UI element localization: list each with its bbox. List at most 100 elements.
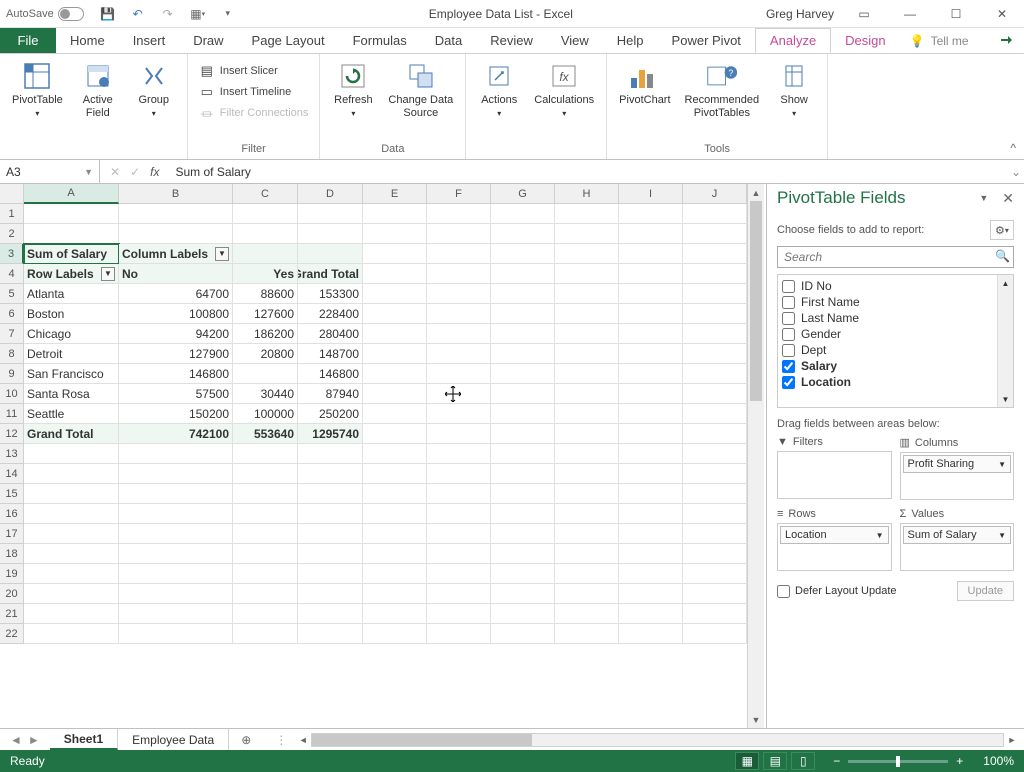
redo-icon[interactable]: ↷ (160, 6, 176, 22)
cell[interactable]: 127600 (233, 304, 298, 324)
refresh-button[interactable]: Refresh▾ (328, 58, 378, 121)
scroll-up-icon[interactable]: ▲ (748, 184, 764, 201)
zoom-slider[interactable] (848, 760, 948, 763)
pane-menu-icon[interactable]: ▼ (979, 193, 988, 203)
sheet-tab-employee-data[interactable]: Employee Data (118, 729, 229, 750)
cell[interactable] (491, 564, 555, 584)
cell[interactable] (363, 204, 427, 224)
tell-me[interactable]: 💡 Tell me (910, 28, 969, 53)
cell[interactable] (683, 324, 747, 344)
cell[interactable] (555, 424, 619, 444)
field-location[interactable]: Location (782, 374, 993, 390)
cell[interactable] (363, 584, 427, 604)
cell[interactable] (298, 464, 363, 484)
search-input[interactable] (777, 246, 1014, 268)
col-header[interactable]: C (233, 184, 298, 204)
touch-mode-icon[interactable]: ▦▾ (190, 6, 206, 22)
vertical-scrollbar[interactable]: ▲ ▼ (747, 184, 764, 728)
cell[interactable] (491, 224, 555, 244)
close-icon[interactable]: ✕ (986, 3, 1018, 25)
cell[interactable] (491, 524, 555, 544)
cell[interactable] (683, 344, 747, 364)
horizontal-scrollbar[interactable] (311, 733, 1004, 747)
sheet-tab-sheet1[interactable]: Sheet1 (50, 729, 118, 750)
cell[interactable]: 280400 (298, 324, 363, 344)
cell[interactable] (491, 364, 555, 384)
tab-file[interactable]: File (0, 28, 56, 53)
gear-icon[interactable]: ⚙▾ (990, 220, 1014, 240)
cell[interactable] (619, 224, 683, 244)
cell[interactable] (619, 624, 683, 644)
field-dept[interactable]: Dept (782, 342, 993, 358)
cell[interactable] (233, 604, 298, 624)
cell[interactable]: Column Labels▼ (119, 244, 233, 264)
add-sheet-icon[interactable]: ⊕ (229, 729, 263, 750)
cell[interactable] (683, 544, 747, 564)
cell[interactable]: 146800 (119, 364, 233, 384)
row-header[interactable]: 14 (0, 464, 24, 484)
cell[interactable] (683, 524, 747, 544)
cell[interactable] (24, 224, 119, 244)
tab-design[interactable]: Design (831, 28, 899, 53)
username[interactable]: Greg Harvey (766, 7, 834, 21)
undo-icon[interactable]: ↶ (130, 6, 146, 22)
filters-area[interactable] (777, 451, 892, 499)
cell[interactable] (233, 564, 298, 584)
cell[interactable] (555, 444, 619, 464)
cell[interactable] (491, 244, 555, 264)
row-header[interactable]: 15 (0, 484, 24, 504)
cell[interactable] (555, 464, 619, 484)
cell[interactable] (363, 484, 427, 504)
col-header[interactable]: H (555, 184, 619, 204)
cell[interactable] (427, 484, 491, 504)
cell[interactable] (298, 224, 363, 244)
cell[interactable] (233, 204, 298, 224)
cell[interactable] (491, 444, 555, 464)
normal-view-icon[interactable]: ▦ (735, 752, 759, 770)
row-header[interactable]: 18 (0, 544, 24, 564)
cell[interactable] (24, 504, 119, 524)
cell[interactable] (363, 544, 427, 564)
cell[interactable] (363, 424, 427, 444)
cell[interactable] (427, 504, 491, 524)
cell[interactable] (491, 204, 555, 224)
qat-customize-icon[interactable]: ▾ (220, 6, 236, 22)
col-header[interactable]: G (491, 184, 555, 204)
cell[interactable] (363, 464, 427, 484)
cell[interactable]: Seattle (24, 404, 119, 424)
cell[interactable] (119, 484, 233, 504)
cell[interactable] (427, 624, 491, 644)
cell[interactable] (427, 444, 491, 464)
cell[interactable] (619, 304, 683, 324)
cell[interactable]: 153300 (298, 284, 363, 304)
cell[interactable] (683, 424, 747, 444)
cell[interactable]: San Francisco (24, 364, 119, 384)
cell[interactable] (619, 444, 683, 464)
cell[interactable]: 127900 (119, 344, 233, 364)
cell[interactable] (619, 424, 683, 444)
cell[interactable] (683, 364, 747, 384)
cell[interactable] (683, 264, 747, 284)
cell[interactable] (555, 244, 619, 264)
cell[interactable] (298, 204, 363, 224)
cell[interactable] (555, 344, 619, 364)
cell[interactable]: Grand Total (298, 264, 363, 284)
cell[interactable] (619, 484, 683, 504)
insert-slicer-button[interactable]: ▤Insert Slicer (196, 62, 312, 80)
active-field-button[interactable]: Active Field (73, 58, 123, 121)
cell[interactable] (683, 284, 747, 304)
actions-button[interactable]: Actions▾ (474, 58, 524, 121)
cell[interactable] (683, 444, 747, 464)
cell[interactable] (555, 264, 619, 284)
cell[interactable] (555, 504, 619, 524)
cell[interactable] (491, 544, 555, 564)
cell[interactable] (24, 544, 119, 564)
cell[interactable] (491, 584, 555, 604)
cell[interactable]: 150200 (119, 404, 233, 424)
cell[interactable] (683, 604, 747, 624)
cell[interactable] (683, 204, 747, 224)
cell[interactable]: 1295740 (298, 424, 363, 444)
columns-item-profit-sharing[interactable]: Profit Sharing▼ (903, 455, 1012, 473)
cell[interactable] (683, 304, 747, 324)
cell[interactable] (555, 584, 619, 604)
